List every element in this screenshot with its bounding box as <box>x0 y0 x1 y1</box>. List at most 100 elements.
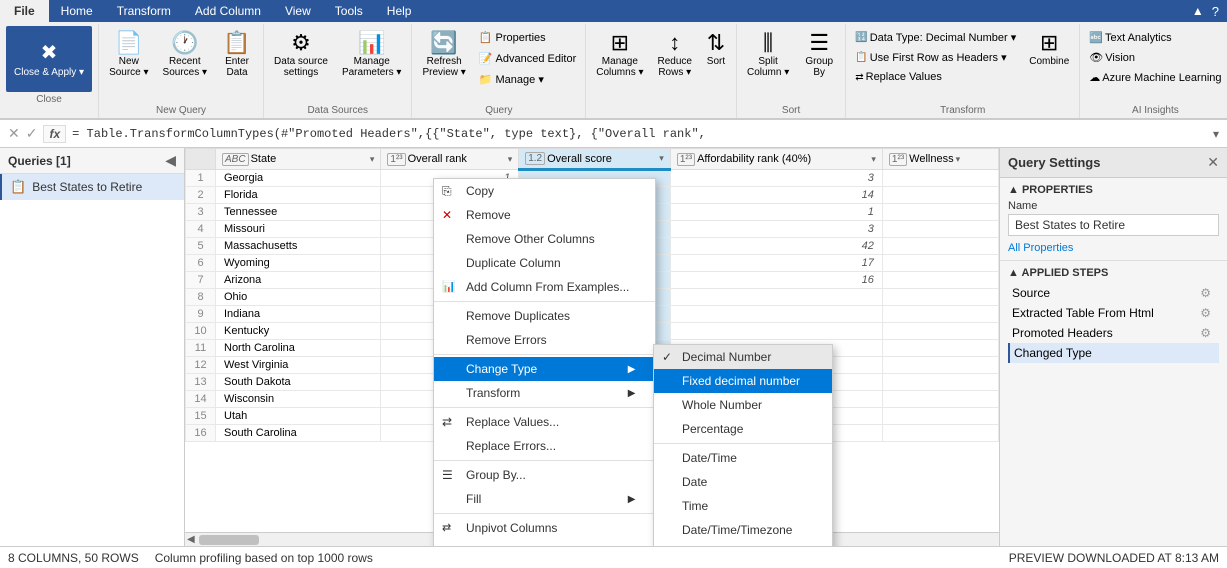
properties-button[interactable]: 📋 Properties <box>474 28 581 47</box>
cell-wellness <box>882 289 998 306</box>
step-promoted[interactable]: Promoted Headers ⚙ <box>1008 323 1219 343</box>
recent-sources-button[interactable]: 🕐 RecentSources ▾ <box>157 26 213 82</box>
cell-afford: 17 <box>670 255 882 272</box>
submenu-percentage[interactable]: Percentage <box>654 417 832 441</box>
ctx-fill[interactable]: Fill ▶ <box>434 487 655 511</box>
ctx-duplicate[interactable]: Duplicate Column <box>434 251 655 275</box>
formula-input[interactable] <box>72 127 1207 141</box>
tab-home[interactable]: Home <box>49 0 105 22</box>
group-by-button[interactable]: ☰ GroupBy <box>797 26 841 82</box>
col-state-arrow[interactable]: ▾ <box>370 154 375 165</box>
ctx-copy[interactable]: ⎘ Copy <box>434 179 655 203</box>
ctx-transform[interactable]: Transform ▶ <box>434 381 655 405</box>
query-item-best-states[interactable]: 📋 Best States to Retire <box>0 174 184 200</box>
manage-button[interactable]: 📁 Manage ▾ <box>474 70 581 89</box>
ctx-replace-errors[interactable]: Replace Errors... <box>434 434 655 458</box>
cell-state: Massachusetts <box>216 238 381 255</box>
tab-add-column[interactable]: Add Column <box>183 0 273 22</box>
step-extracted[interactable]: Extracted Table From Html ⚙ <box>1008 303 1219 323</box>
ribbon-group-close-label: Close <box>36 94 62 105</box>
ctx-remove-dupes[interactable]: Remove Duplicates <box>434 304 655 328</box>
submenu-duration[interactable]: Duration <box>654 542 832 546</box>
col-wellness-arrow[interactable]: ▾ <box>956 154 961 165</box>
help-icon[interactable]: ? <box>1212 4 1219 19</box>
step-source-gear[interactable]: ⚙ <box>1200 286 1211 300</box>
ctx-remove-errors[interactable]: Remove Errors <box>434 328 655 352</box>
submenu-separator <box>654 443 832 444</box>
cell-afford: 1 <box>670 204 882 221</box>
ctx-add-from-examples[interactable]: 📊 Add Column From Examples... <box>434 275 655 299</box>
azure-ml-button[interactable]: ☁ Azure Machine Learning <box>1084 68 1226 87</box>
tab-transform[interactable]: Transform <box>105 0 183 22</box>
col-header-wellness[interactable]: 1²³ Wellness ▾ <box>882 149 998 170</box>
formula-cancel-icon[interactable]: ✕ <box>8 125 20 142</box>
all-properties-link[interactable]: All Properties <box>1008 242 1073 254</box>
ctx-replace-values[interactable]: ⇄ Replace Values... <box>434 410 655 434</box>
new-source-button[interactable]: 📄 NewSource ▾ <box>103 26 154 82</box>
advanced-editor-label: Advanced Editor <box>496 53 577 65</box>
formula-expand-icon[interactable]: ▾ <box>1213 127 1219 141</box>
vision-button[interactable]: 👁 Vision <box>1084 48 1226 67</box>
cell-row-num: 4 <box>186 221 216 238</box>
split-column-button[interactable]: ⫼ SplitColumn ▾ <box>741 26 795 82</box>
ctx-fill-label: Fill <box>466 492 481 506</box>
col-header-state[interactable]: ABC State ▾ <box>216 149 381 170</box>
cell-state: Tennessee <box>216 204 381 221</box>
submenu-datetime[interactable]: Date/Time <box>654 446 832 470</box>
formula-confirm-icon[interactable]: ✓ <box>26 125 38 142</box>
reduce-rows-button[interactable]: ↕ ReduceRows ▾ <box>652 26 698 82</box>
tab-view[interactable]: View <box>273 0 323 22</box>
col-wellness-type: 1²³ <box>889 153 907 166</box>
step-changed-type[interactable]: Changed Type <box>1008 343 1219 363</box>
ctx-remove-other[interactable]: Remove Other Columns <box>434 227 655 251</box>
manage-parameters-button[interactable]: 📊 ManageParameters ▾ <box>336 26 407 82</box>
ctx-unpivot[interactable]: ⇄ Unpivot Columns <box>434 516 655 540</box>
submenu-fixed-decimal[interactable]: Fixed decimal number <box>654 369 832 393</box>
ctx-transform-arrow: ▶ <box>628 388 636 399</box>
step-extracted-gear[interactable]: ⚙ <box>1200 306 1211 320</box>
manage-columns-button[interactable]: ⊞ ManageColumns ▾ <box>590 26 649 82</box>
ctx-group-by[interactable]: ☰ Group By... <box>434 463 655 487</box>
tab-tools[interactable]: Tools <box>323 0 375 22</box>
col-afford-arrow[interactable]: ▾ <box>871 154 876 165</box>
combine-button[interactable]: ⊞ Combine <box>1023 26 1075 71</box>
sort-button[interactable]: ⇅ Sort <box>700 26 732 71</box>
query-name-input[interactable] <box>1008 214 1219 236</box>
ctx-change-type[interactable]: Change Type ▶ <box>434 357 655 381</box>
tab-file[interactable]: File <box>0 0 49 22</box>
submenu-datetimetz[interactable]: Date/Time/Timezone <box>654 518 832 542</box>
close-apply-button[interactable]: ✖ Close & Apply ▾ <box>6 26 92 92</box>
enter-data-button[interactable]: 📋 EnterData <box>215 26 259 82</box>
ctx-remove[interactable]: ✕ Remove <box>434 203 655 227</box>
submenu-date[interactable]: Date <box>654 470 832 494</box>
submenu-time[interactable]: Time <box>654 494 832 518</box>
cell-state: Georgia <box>216 170 381 187</box>
col-header-overall-score[interactable]: 1.2 Overall score ▾ <box>519 149 671 170</box>
col-rank-arrow[interactable]: ▾ <box>508 154 513 165</box>
replace-values-ribbon-button[interactable]: ⇄ Replace Values <box>850 68 1021 86</box>
first-row-headers-button[interactable]: 📋 Use First Row as Headers ▾ <box>850 48 1021 67</box>
scroll-thumb[interactable] <box>199 535 259 545</box>
scroll-left-icon[interactable]: ◀ <box>187 534 195 545</box>
queries-collapse-icon[interactable]: ◀ <box>165 152 176 169</box>
advanced-editor-button[interactable]: 📝 Advanced Editor <box>474 49 581 68</box>
refresh-preview-button[interactable]: 🔄 RefreshPreview ▾ <box>416 26 471 82</box>
col-score-arrow[interactable]: ▾ <box>659 153 664 164</box>
data-type-button[interactable]: 🔢 Data Type: Decimal Number ▾ <box>850 28 1021 47</box>
ctx-unpivot-other[interactable]: Unpivot Other Columns <box>434 540 655 546</box>
step-source[interactable]: Source ⚙ <box>1008 283 1219 303</box>
text-analytics-button[interactable]: 🔤 Text Analytics <box>1084 28 1226 47</box>
tab-help[interactable]: Help <box>375 0 424 22</box>
step-promoted-gear[interactable]: ⚙ <box>1200 326 1211 340</box>
data-source-settings-button[interactable]: ⚙ Data sourcesettings <box>268 26 334 82</box>
submenu-decimal[interactable]: ✓ Decimal Number <box>654 345 832 369</box>
cell-afford: 16 <box>670 272 882 289</box>
submenu-whole-number[interactable]: Whole Number <box>654 393 832 417</box>
cell-state: Utah <box>216 408 381 425</box>
ribbon-group-query: 🔄 RefreshPreview ▾ 📋 Properties 📝 Advanc… <box>412 24 586 118</box>
step-changed-type-label: Changed Type <box>1014 346 1092 360</box>
settings-close-icon[interactable]: ✕ <box>1207 154 1219 171</box>
col-wellness-name: Wellness <box>909 153 953 165</box>
col-header-affordability[interactable]: 1²³ Affordability rank (40%) ▾ <box>670 149 882 170</box>
col-header-overall-rank[interactable]: 1²³ Overall rank ▾ <box>381 149 519 170</box>
